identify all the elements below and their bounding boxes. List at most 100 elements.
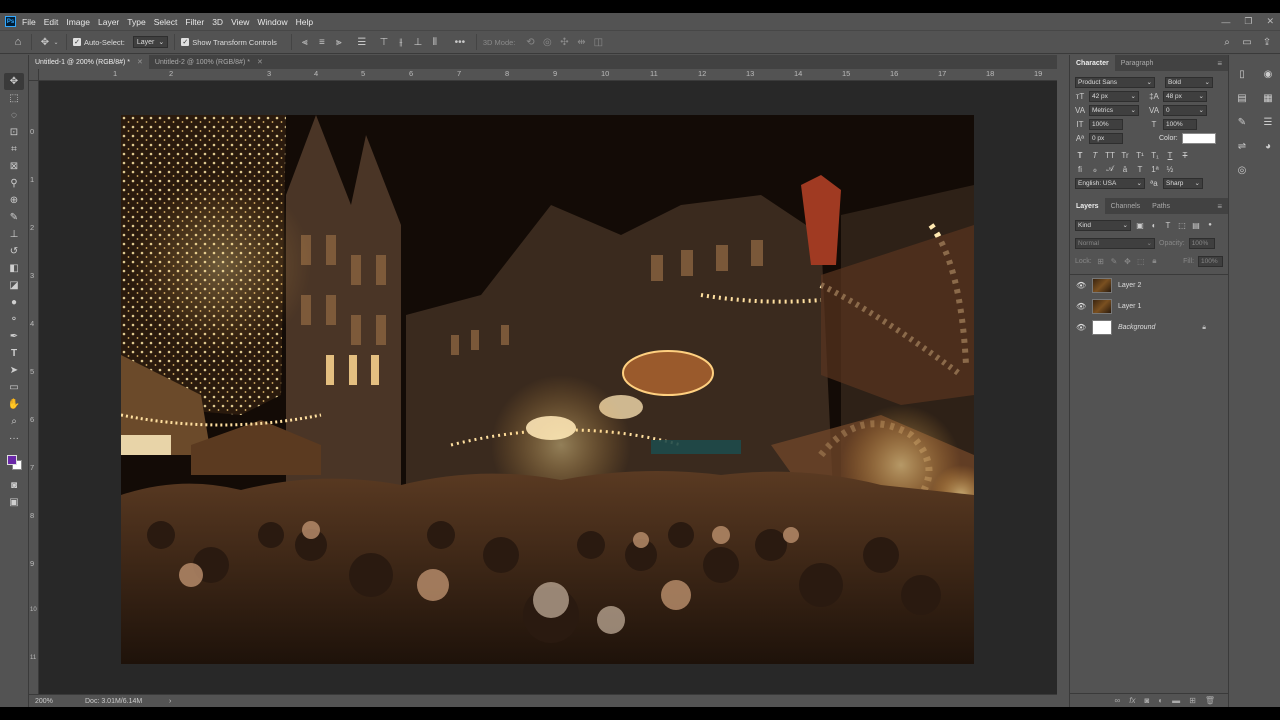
close-icon[interactable]: ✕ <box>1266 16 1274 27</box>
lock-icon[interactable]: 🔒︎ <box>1202 324 1206 332</box>
lock-all-icon[interactable]: 🔒︎ <box>1150 256 1159 266</box>
more-tools-icon[interactable]: ··· <box>4 430 24 447</box>
small-caps-button[interactable]: Tr <box>1120 151 1130 160</box>
align-left-icon[interactable]: ⫷ <box>298 35 312 49</box>
path-select-tool-icon[interactable]: ➤ <box>4 362 24 379</box>
zoom-tool-icon[interactable]: ⌕ <box>4 413 24 430</box>
language-dropdown[interactable]: English: USA ⌄ <box>1075 177 1145 189</box>
new-group-icon[interactable]: ▬ <box>1172 696 1180 705</box>
subscript-button[interactable]: T₁ <box>1150 151 1160 160</box>
menu-view[interactable]: View <box>231 17 249 27</box>
tab-paragraph[interactable]: Paragraph <box>1115 55 1160 71</box>
layer-filter-dropdown[interactable]: Kind ⌄ <box>1075 219 1131 231</box>
canvas-area[interactable] <box>39 81 1057 694</box>
leading-field[interactable]: 48 px ⌄ <box>1163 90 1207 102</box>
font-family-dropdown[interactable]: Product Sans ⌄ <box>1075 76 1155 88</box>
brush-settings-icon[interactable]: ✎ <box>1235 115 1249 129</box>
blend-mode-dropdown[interactable]: Normal ⌄ <box>1075 237 1155 249</box>
align-bottom-icon[interactable]: ⊥ <box>411 35 425 49</box>
add-mask-icon[interactable]: ◙ <box>1144 696 1149 705</box>
antialias-dropdown[interactable]: Sharp ⌄ <box>1163 177 1203 189</box>
tab-character[interactable]: Character <box>1070 55 1115 71</box>
color-panel-icon[interactable]: ◉ <box>1261 67 1275 81</box>
menu-edit[interactable]: Edit <box>44 17 59 27</box>
lock-artboard-icon[interactable]: ⬚ <box>1136 257 1145 266</box>
align-center-h-icon[interactable]: ≡ <box>315 35 329 49</box>
superscript-button[interactable]: T¹ <box>1135 151 1145 160</box>
tab-untitled-2[interactable]: Untitled-2 @ 100% (RGB/8#) * ✕ <box>148 55 269 69</box>
align-middle-icon[interactable]: ⫲ <box>394 35 408 49</box>
align-top-icon[interactable]: ⊤ <box>377 35 391 49</box>
align-right-icon[interactable]: ⫸ <box>332 35 346 49</box>
tracking-field[interactable]: 0 ⌄ <box>1163 104 1207 116</box>
filter-shape-icon[interactable]: ⬚ <box>1177 221 1187 230</box>
type-tool-icon[interactable]: T <box>4 345 24 362</box>
menu-help[interactable]: Help <box>296 17 313 27</box>
faux-bold-button[interactable]: T <box>1075 151 1085 160</box>
delete-layer-icon[interactable]: 🗑︎ <box>1205 696 1215 705</box>
status-menu-arrow[interactable]: › <box>169 698 171 705</box>
layer-row-layer-2[interactable]: 👁︎ Layer 2 <box>1070 275 1228 296</box>
quick-select-tool-icon[interactable]: ⊡ <box>4 124 24 141</box>
restore-icon[interactable]: ❐ <box>1244 16 1252 27</box>
auto-select-option[interactable]: ✓ Auto-Select: <box>73 38 125 47</box>
opacity-field[interactable]: 100% <box>1188 237 1215 249</box>
navigator-icon[interactable]: ◎ <box>1235 163 1249 177</box>
lock-pixels-icon[interactable]: ✎ <box>1109 257 1118 266</box>
eraser-tool-icon[interactable]: ◧ <box>4 260 24 277</box>
layer-row-background[interactable]: 👁︎ Background 🔒︎ <box>1070 317 1228 338</box>
libraries-icon[interactable]: ▯ <box>1235 67 1249 81</box>
auto-select-target-dropdown[interactable]: Layer ⌄ <box>132 36 169 48</box>
swatches-panel-icon[interactable]: ▦ <box>1261 91 1275 105</box>
rectangle-tool-icon[interactable]: ▭ <box>4 379 24 396</box>
distribute-icon[interactable]: ⫴ <box>428 35 442 49</box>
3d-scale-icon[interactable]: ◫ <box>591 35 605 49</box>
christmas-market-photo[interactable] <box>121 115 974 664</box>
blur-tool-icon[interactable]: ● <box>4 294 24 311</box>
tab-channels[interactable]: Channels <box>1105 198 1147 214</box>
more-options-button[interactable]: ••• <box>450 35 470 49</box>
visibility-eye-icon[interactable]: 👁︎ <box>1076 281 1086 290</box>
gradient-tool-icon[interactable]: ◪ <box>4 277 24 294</box>
faux-italic-button[interactable]: T <box>1090 151 1100 160</box>
swash-icon[interactable]: 𝒜 <box>1105 164 1115 174</box>
filter-pixel-icon[interactable]: ▣ <box>1135 221 1145 230</box>
panel-menu-icon[interactable]: ≡ <box>1217 202 1222 211</box>
show-transform-option[interactable]: ✓ Show Transform Controls <box>181 38 277 47</box>
visibility-eye-icon[interactable]: 👁︎ <box>1076 323 1086 332</box>
properties-panel-icon[interactable]: ☰ <box>1261 115 1275 129</box>
show-transform-checkbox[interactable]: ✓ <box>181 38 190 46</box>
ruler-corner[interactable] <box>29 69 39 81</box>
horizontal-scale-field[interactable]: 100% <box>1163 118 1197 130</box>
fill-field[interactable]: 100% <box>1198 255 1224 267</box>
menu-layer[interactable]: Layer <box>98 17 119 27</box>
lasso-tool-icon[interactable]: ◌ <box>4 107 24 124</box>
lock-transparent-icon[interactable]: ⊞ <box>1096 257 1105 266</box>
tab-untitled-1[interactable]: Untitled-1 @ 200% (RGB/8#) * ✕ <box>29 55 149 69</box>
zoom-level[interactable]: 200% <box>35 698 85 705</box>
frame-tool-icon[interactable]: ⊠ <box>4 158 24 175</box>
vertical-ruler[interactable]: 0 1 2 3 4 5 6 7 8 9 10 11 <box>29 81 39 694</box>
link-layers-icon[interactable]: ∞ <box>1115 696 1121 705</box>
marquee-tool-icon[interactable]: ⬚ <box>4 90 24 107</box>
history-brush-tool-icon[interactable]: ↺ <box>4 243 24 260</box>
new-layer-icon[interactable]: ⊞ <box>1189 696 1196 705</box>
baseline-shift-field[interactable]: 0 px <box>1089 132 1123 144</box>
home-icon[interactable]: ⌂ <box>11 35 25 49</box>
underline-button[interactable]: T <box>1165 151 1175 160</box>
search-icon[interactable]: ⌕ <box>1220 35 1234 49</box>
tab-layers[interactable]: Layers <box>1070 198 1105 214</box>
align-distribute-icon[interactable]: ☰ <box>355 35 369 49</box>
fraction-icon[interactable]: ½ <box>1165 165 1175 174</box>
healing-brush-tool-icon[interactable]: ⊕ <box>4 192 24 209</box>
filter-smart-icon[interactable]: ▤ <box>1191 221 1201 230</box>
stylistic-alt-icon[interactable]: ā <box>1120 165 1130 174</box>
filter-adjustment-icon[interactable]: ◐ <box>1149 221 1159 230</box>
new-adjustment-icon[interactable]: ◐ <box>1158 696 1163 705</box>
close-icon[interactable]: ✕ <box>257 58 263 66</box>
3d-pan-icon[interactable]: ✣ <box>557 35 571 49</box>
layer-style-icon[interactable]: fx <box>1129 696 1135 705</box>
eyedropper-tool-icon[interactable]: ⚲ <box>4 175 24 192</box>
styles-panel-icon[interactable]: ◕ <box>1261 139 1275 153</box>
workspace-icon[interactable]: ▭ <box>1240 35 1254 49</box>
